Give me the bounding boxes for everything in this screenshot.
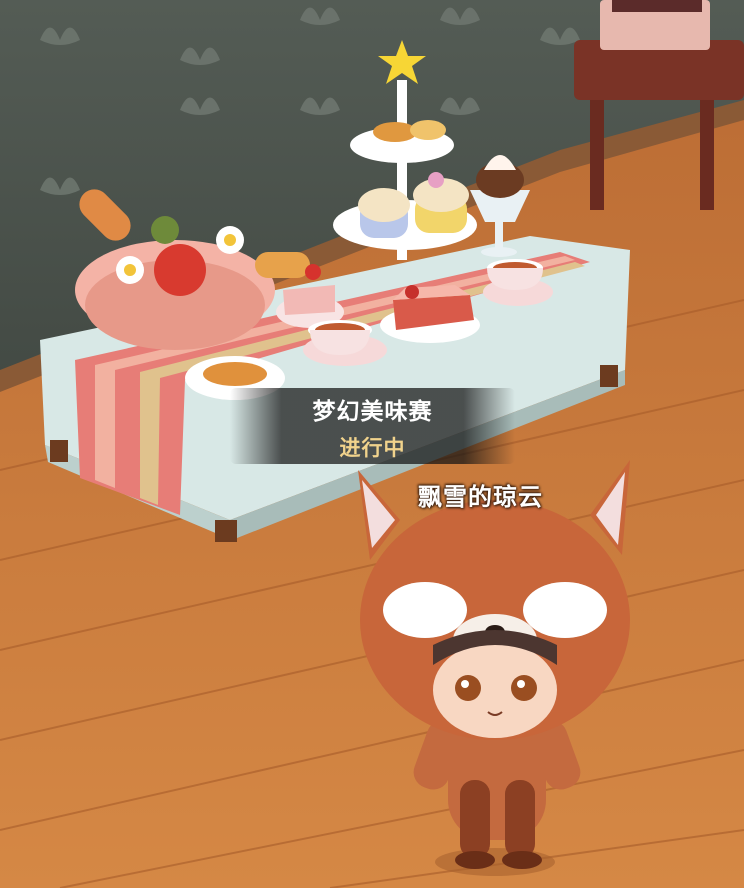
game-scene: 梦幻美味赛 进行中 飘雪的琼云 xyxy=(0,0,744,888)
player-name-tag: 飘雪的琼云 xyxy=(418,483,543,511)
event-title: 梦幻美味赛 xyxy=(312,399,433,425)
event-status: 进行中 xyxy=(339,436,406,460)
